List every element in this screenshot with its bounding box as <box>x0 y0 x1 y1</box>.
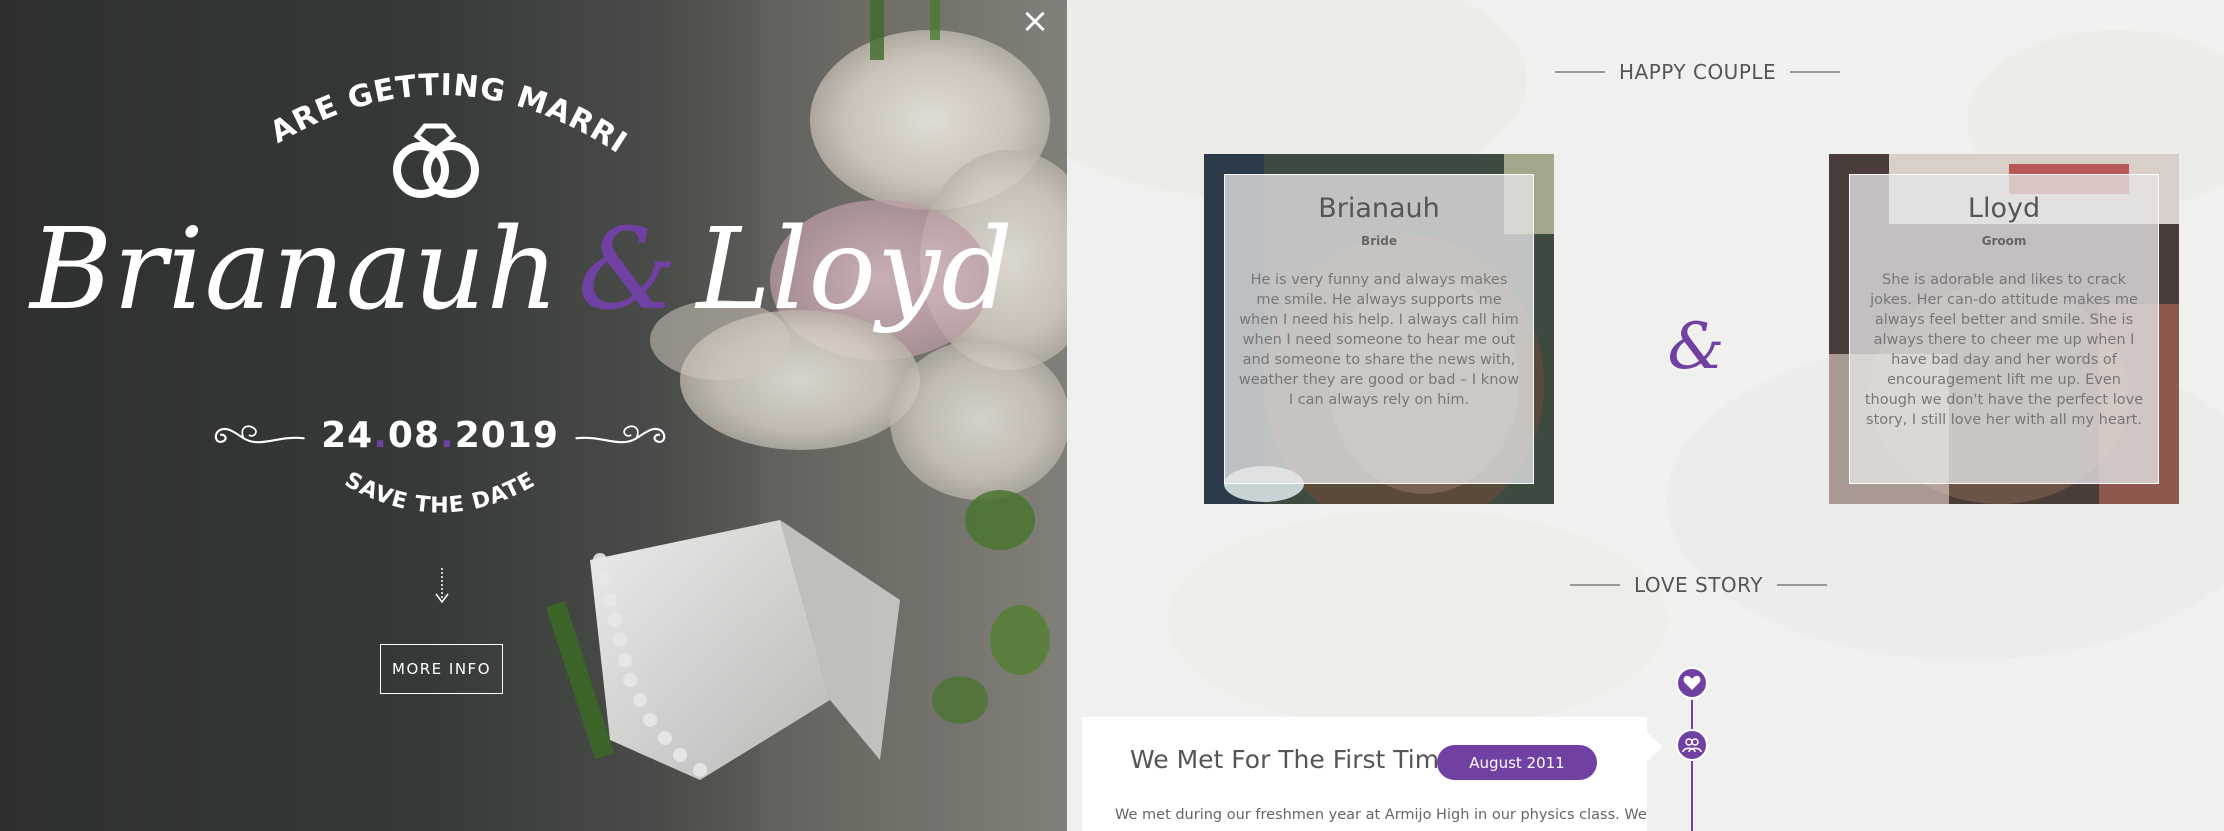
hero-ampersand: & <box>577 205 679 335</box>
flourish-left-ornament <box>214 425 305 444</box>
section-title-text: HAPPY COUPLE <box>1619 60 1777 84</box>
bride-name: Brianauh <box>1318 193 1440 224</box>
groom-name: Lloyd <box>1967 193 2041 224</box>
more-info-button[interactable]: MORE INFO <box>380 644 503 694</box>
arc-heading-bottom-text: SAVE THE DATE <box>340 470 538 519</box>
bride-card: Brianauh Bride He is very funny and alwa… <box>1204 154 1554 504</box>
bride-role: Bride <box>1361 234 1397 248</box>
title-line-right <box>1790 71 1841 73</box>
title-line-left <box>1570 584 1620 586</box>
story-date-badge: August 2011 <box>1437 745 1597 780</box>
date-year: 2019 <box>454 414 559 456</box>
bride-description: He is very funny and always makes me smi… <box>1238 272 1520 408</box>
couple-ampersand: & <box>1667 310 1725 384</box>
date-month: 08 <box>387 414 440 456</box>
arc-heading-bottom: SAVE THE DATE <box>340 470 539 519</box>
story-card: We Met For The First Time August 2011 We… <box>1082 717 1663 831</box>
section-happy-couple-title: HAPPY COUPLE <box>1555 60 1841 84</box>
story-text: We met during our freshmen year at Armij… <box>1115 807 1647 823</box>
groom-description: She is adorable and likes to crack jokes… <box>1864 272 2144 428</box>
timeline-line <box>1691 700 1693 831</box>
wedding-date-row: 24.08.2019 <box>210 405 670 465</box>
date-day: 24 <box>321 414 374 456</box>
story-title: We Met For The First Time <box>1130 745 1455 774</box>
date-separator: . <box>373 414 388 456</box>
heart-icon <box>1676 667 1708 699</box>
title-line-right <box>1776 584 1827 586</box>
svg-text:SAVE THE DATE: SAVE THE DATE <box>340 470 539 519</box>
rings-icon <box>393 123 479 198</box>
title-line-left <box>1555 71 1605 73</box>
hero-panel: × WE ARE GETTING MARRIED Brianauh&Lloyd … <box>0 0 1067 831</box>
bride-info-overlay: Brianauh Bride He is very funny and alwa… <box>1224 174 1534 484</box>
couple-icon <box>1676 729 1708 761</box>
groom-role: Groom <box>1981 234 2027 248</box>
arrow-down-icon[interactable] <box>432 566 452 606</box>
hero-name-bride: Brianauh <box>30 205 560 335</box>
groom-info-overlay: Lloyd Groom She is adorable and likes to… <box>1849 174 2159 484</box>
flourish-right-ornament <box>575 425 666 444</box>
couple-names: Brianauh & Lloyd <box>30 205 1013 335</box>
section-title-text: LOVE STORY <box>1634 573 1763 597</box>
date-separator: . <box>440 414 455 456</box>
groom-card: Lloyd Groom She is adorable and likes to… <box>1829 154 2179 504</box>
wedding-date: 24.08.2019 <box>321 415 559 456</box>
content-panel: HAPPY COUPLE Brianauh Bride He is very f… <box>1067 0 2224 831</box>
hero-name-groom: Lloyd <box>696 205 1014 335</box>
close-button[interactable]: × <box>1020 4 1050 38</box>
section-love-story-title: LOVE STORY <box>1570 573 1827 597</box>
